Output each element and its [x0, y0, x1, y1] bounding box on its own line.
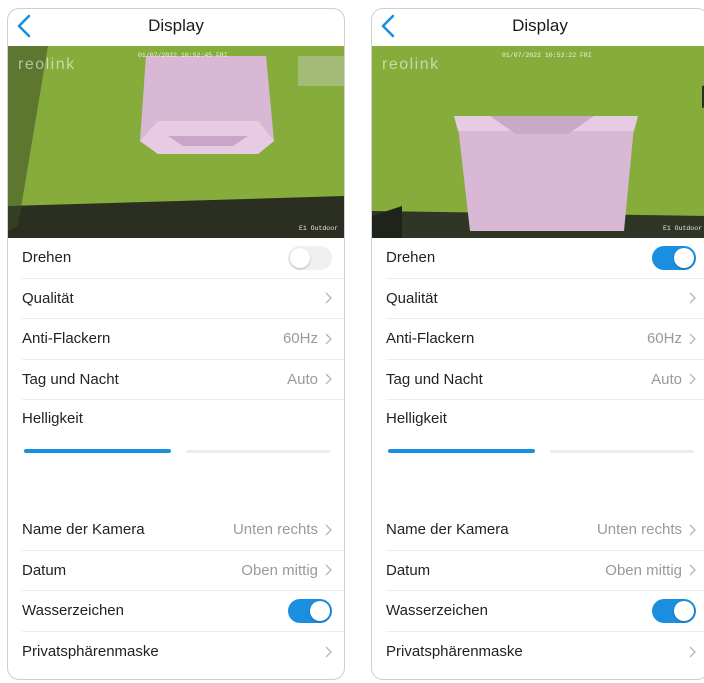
row-value: Oben mittig	[241, 561, 318, 579]
row-tag-und-nacht[interactable]: Tag und Nacht Auto	[22, 360, 344, 400]
chevron-right-icon	[325, 524, 332, 536]
page-title: Display	[148, 16, 204, 35]
row-value: 60Hz	[282, 330, 318, 348]
row-label: Qualität	[386, 289, 438, 307]
chevron-right-icon	[325, 292, 332, 304]
row-value: Unten rechts	[232, 521, 318, 539]
chevron-right-icon	[325, 646, 332, 658]
drehen-toggle[interactable]	[652, 245, 696, 270]
row-privatsphaerenmaske[interactable]: Privatsphärenmaske	[22, 632, 344, 673]
row-label: Name der Kamera	[386, 521, 509, 539]
row-label: Wasserzeichen	[22, 602, 124, 620]
wasserzeichen-toggle[interactable]	[288, 598, 332, 623]
camera-timestamp: 01/07/2022 10:53:22 FRI	[502, 52, 592, 59]
row-anti-flackern[interactable]: Anti-Flackern 60Hz	[22, 319, 344, 360]
camera-name-label: E1 Outdoor	[662, 225, 702, 232]
header: Display	[372, 9, 704, 46]
drehen-toggle[interactable]	[288, 245, 332, 270]
chevron-right-icon	[689, 564, 696, 576]
camera-preview: reolink 01/07/2022 10:53:22 FRI E1 Outdo…	[372, 46, 704, 238]
camera-brand-watermark: reolink	[382, 56, 440, 73]
row-datum[interactable]: Datum Oben mittig	[386, 551, 704, 591]
row-name-der-kamera[interactable]: Name der Kamera Unten rechts	[386, 510, 704, 551]
row-value: Unten rechts	[596, 521, 682, 539]
row-label: Datum	[386, 561, 431, 579]
brightness-label: Helligkeit	[22, 410, 83, 427]
row-wasserzeichen[interactable]: Wasserzeichen	[22, 591, 344, 632]
row-datum[interactable]: Datum Oben mittig	[22, 551, 344, 591]
row-value: Oben mittig	[605, 561, 682, 579]
chevron-right-icon	[689, 646, 696, 658]
brightness-label: Helligkeit	[386, 410, 447, 427]
row-qualitaet[interactable]: Qualität	[22, 279, 344, 319]
header: Display	[8, 9, 344, 46]
brightness-slider[interactable]	[388, 446, 694, 458]
row-value: 60Hz	[646, 330, 682, 348]
row-label: Name der Kamera	[22, 521, 145, 539]
row-label: Privatsphärenmaske	[22, 643, 159, 661]
row-drehen[interactable]: Drehen	[386, 238, 704, 279]
brightness-slider-fill	[24, 449, 171, 453]
row-label: Datum	[22, 561, 67, 579]
phone-screen-left: Display reolink 01/07/2022 10:52:45 FRI …	[7, 8, 345, 680]
row-label: Qualität	[22, 289, 74, 307]
row-wasserzeichen[interactable]: Wasserzeichen	[386, 591, 704, 632]
brightness-section: Helligkeit	[372, 400, 704, 510]
chevron-right-icon	[325, 333, 332, 345]
phone-screen-right: Display reolink 01/07/2022 10:53:22 FRI …	[371, 8, 704, 680]
row-label: Drehen	[386, 249, 436, 267]
chevron-right-icon	[689, 333, 696, 345]
chevron-right-icon	[689, 524, 696, 536]
brightness-slider-track	[186, 450, 330, 453]
row-label: Anti-Flackern	[386, 330, 475, 348]
row-privatsphaerenmaske[interactable]: Privatsphärenmaske	[386, 632, 704, 673]
row-value: Auto	[287, 370, 318, 388]
row-label: Drehen	[22, 249, 72, 267]
brightness-section: Helligkeit	[8, 400, 344, 510]
row-label: Tag und Nacht	[22, 370, 119, 388]
camera-timestamp: 01/07/2022 10:52:45 FRI	[138, 52, 228, 59]
wasserzeichen-toggle[interactable]	[652, 598, 696, 623]
camera-preview: reolink 01/07/2022 10:52:45 FRI E1 Outdo…	[8, 46, 344, 238]
chevron-right-icon	[325, 564, 332, 576]
row-label: Privatsphärenmaske	[386, 643, 523, 661]
row-anti-flackern[interactable]: Anti-Flackern 60Hz	[386, 319, 704, 360]
brightness-slider-fill	[388, 449, 535, 453]
row-name-der-kamera[interactable]: Name der Kamera Unten rechts	[22, 510, 344, 551]
brightness-slider[interactable]	[24, 446, 330, 458]
chevron-right-icon	[325, 373, 332, 385]
row-label: Tag und Nacht	[386, 370, 483, 388]
row-drehen[interactable]: Drehen	[22, 238, 344, 279]
chevron-right-icon	[689, 373, 696, 385]
row-value: Auto	[651, 370, 682, 388]
camera-name-label: E1 Outdoor	[298, 225, 338, 232]
row-qualitaet[interactable]: Qualität	[386, 279, 704, 319]
brightness-slider-track	[550, 450, 694, 453]
row-label: Wasserzeichen	[386, 602, 488, 620]
chevron-right-icon	[689, 292, 696, 304]
row-tag-und-nacht[interactable]: Tag und Nacht Auto	[386, 360, 704, 400]
page-title: Display	[512, 16, 568, 35]
row-label: Anti-Flackern	[22, 330, 111, 348]
camera-brand-watermark: reolink	[18, 56, 76, 73]
